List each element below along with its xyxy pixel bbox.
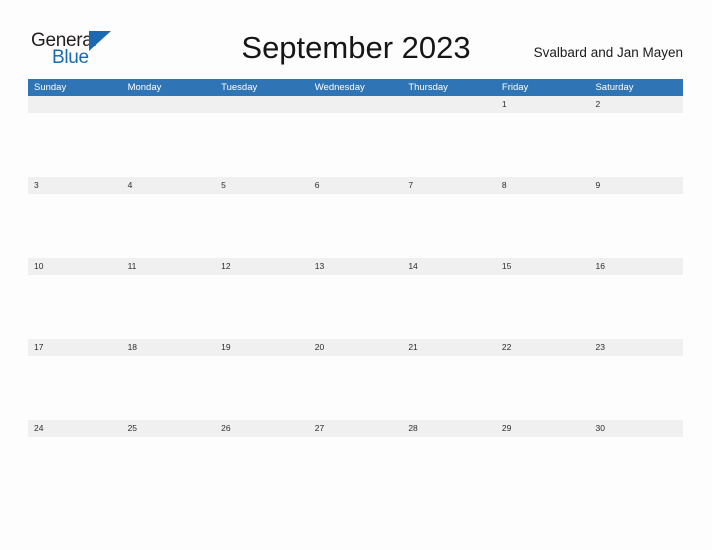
calendar-page: General Blue September 2023 Svalbard and… [0, 0, 712, 550]
page-header: General Blue September 2023 Svalbard and… [0, 0, 712, 78]
day-cell[interactable]: 22 [496, 339, 590, 356]
weekday-thursday: Thursday [408, 82, 448, 93]
day-cell[interactable]: 10 [28, 258, 122, 275]
day-cell[interactable]: 14 [402, 258, 496, 275]
day-cell[interactable] [215, 96, 309, 113]
day-cell[interactable]: 25 [122, 420, 216, 437]
weekday-wednesday: Wednesday [314, 82, 365, 93]
day-cell[interactable]: 13 [309, 258, 403, 275]
day-cell[interactable]: 9 [589, 177, 683, 194]
week-date-band: 3 4 5 6 7 8 9 [28, 177, 683, 194]
day-cell[interactable]: 27 [309, 420, 403, 437]
day-cell[interactable]: 28 [402, 420, 496, 437]
calendar-week-row: 24 25 26 27 28 29 30 [28, 420, 683, 501]
day-cell[interactable] [402, 96, 496, 113]
calendar-week-row: 1 2 [28, 96, 683, 177]
day-cell[interactable]: 23 [589, 339, 683, 356]
day-cell[interactable]: 1 [496, 96, 590, 113]
weekday-friday: Friday [501, 82, 529, 93]
week-note-area[interactable] [28, 275, 683, 339]
week-note-area[interactable] [28, 194, 683, 258]
day-cell[interactable]: 24 [28, 420, 122, 437]
day-cell[interactable]: 15 [496, 258, 590, 275]
day-cell[interactable]: 5 [215, 177, 309, 194]
week-note-area[interactable] [28, 356, 683, 420]
calendar-grid: Sunday Monday Tuesday Wednesday Thursday… [28, 79, 683, 501]
day-cell[interactable]: 12 [215, 258, 309, 275]
day-cell[interactable]: 8 [496, 177, 590, 194]
day-cell[interactable]: 16 [589, 258, 683, 275]
weekday-header-row: Sunday Monday Tuesday Wednesday Thursday… [28, 79, 683, 96]
weekday-saturday: Saturday [595, 82, 634, 93]
calendar-week-row: 17 18 19 20 21 22 23 [28, 339, 683, 420]
day-cell[interactable]: 21 [402, 339, 496, 356]
weekday-sunday: Sunday [34, 82, 67, 93]
day-cell[interactable]: 29 [496, 420, 590, 437]
day-cell[interactable]: 2 [589, 96, 683, 113]
day-cell[interactable]: 26 [215, 420, 309, 437]
day-cell[interactable]: 20 [309, 339, 403, 356]
day-cell[interactable]: 4 [122, 177, 216, 194]
day-cell[interactable]: 18 [122, 339, 216, 356]
day-cell[interactable]: 30 [589, 420, 683, 437]
day-cell[interactable]: 19 [215, 339, 309, 356]
week-date-band: 17 18 19 20 21 22 23 [28, 339, 683, 356]
week-date-band: 24 25 26 27 28 29 30 [28, 420, 683, 437]
day-cell[interactable]: 11 [122, 258, 216, 275]
week-date-band: 10 11 12 13 14 15 16 [28, 258, 683, 275]
calendar-week-row: 3 4 5 6 7 8 9 [28, 177, 683, 258]
day-cell[interactable]: 17 [28, 339, 122, 356]
day-cell[interactable]: 3 [28, 177, 122, 194]
region-label: Svalbard and Jan Mayen [533, 45, 683, 60]
week-note-area[interactable] [28, 437, 683, 501]
weekday-monday: Monday [127, 82, 162, 93]
calendar-week-row: 10 11 12 13 14 15 16 [28, 258, 683, 339]
week-note-area[interactable] [28, 113, 683, 177]
day-cell[interactable]: 7 [402, 177, 496, 194]
day-cell[interactable] [309, 96, 403, 113]
day-cell[interactable] [122, 96, 216, 113]
day-cell[interactable]: 6 [309, 177, 403, 194]
weekday-tuesday: Tuesday [221, 82, 258, 93]
day-cell[interactable] [28, 96, 122, 113]
week-date-band: 1 2 [28, 96, 683, 113]
